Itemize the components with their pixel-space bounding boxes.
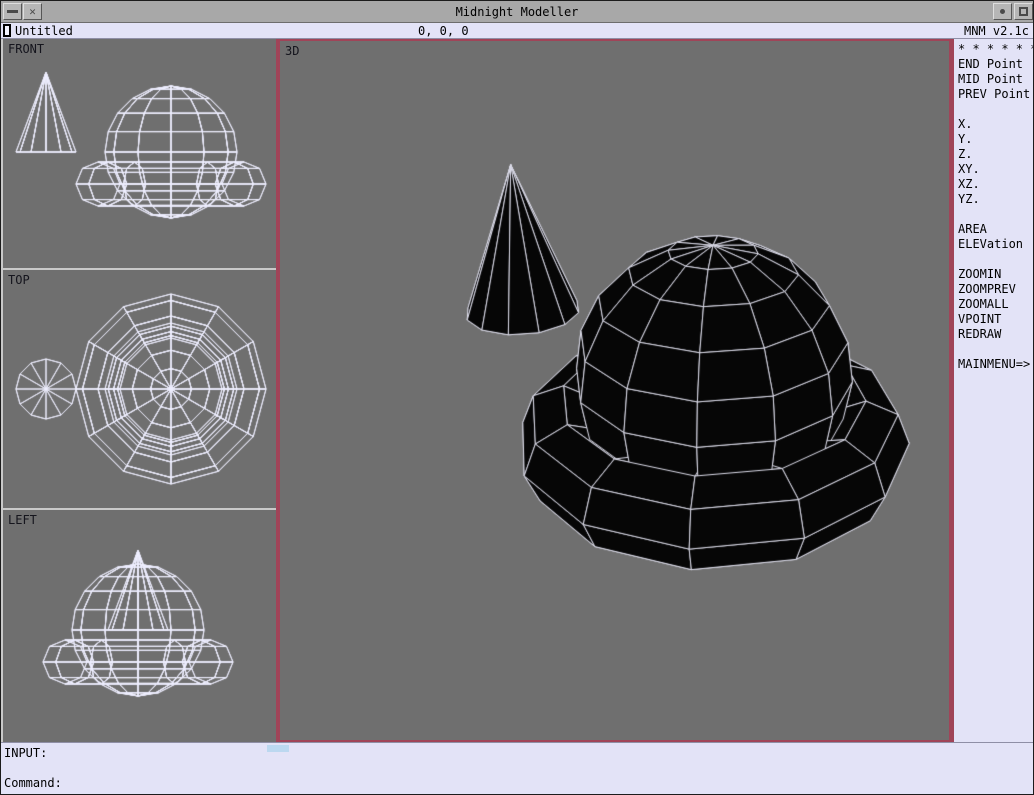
menu-spacer: [958, 207, 1034, 222]
menu-item-y[interactable]: Y.: [958, 132, 1034, 147]
menu-spacer: [958, 252, 1034, 267]
menu-item-prev-point[interactable]: PREV Point: [958, 87, 1034, 102]
viewport-front[interactable]: FRONT: [3, 39, 276, 268]
titlebar[interactable]: ✕ Midnight Modeller: [1, 1, 1033, 23]
menu-item-x[interactable]: X.: [958, 117, 1034, 132]
file-block-icon: [3, 24, 11, 37]
input-cursor-highlight: [267, 745, 289, 752]
viewport-left-label: LEFT: [8, 513, 37, 527]
window-title: Midnight Modeller: [1, 5, 1033, 19]
maximize-square-icon: [1019, 7, 1028, 16]
prompt-area[interactable]: INPUT: Command:: [1, 742, 1033, 795]
titlebar-maximize-button[interactable]: [1014, 3, 1033, 20]
menu-item-area[interactable]: AREA: [958, 222, 1034, 237]
side-menu: * * * * * *END PointMID PointPREV Point X…: [951, 39, 1034, 742]
menu-spacer: [958, 342, 1034, 357]
menu-spacer: [958, 102, 1034, 117]
menu-item-elevation[interactable]: ELEVation: [958, 237, 1034, 252]
menu-item-zoomall[interactable]: ZOOMALL: [958, 297, 1034, 312]
menu-item-vpoint[interactable]: VPOINT: [958, 312, 1034, 327]
menu-item-xz[interactable]: XZ.: [958, 177, 1034, 192]
viewport-3d-label: 3D: [285, 44, 299, 58]
coordinate-readout: 0, 0, 0: [418, 24, 469, 38]
filename-label: Untitled: [15, 24, 73, 38]
menu-item-mid-point[interactable]: MID Point: [958, 72, 1034, 87]
app-version-label: MNM v2.1c: [964, 24, 1029, 38]
menu-item-end-point[interactable]: END Point: [958, 57, 1034, 72]
iconify-dot-icon: [1000, 9, 1005, 14]
viewport-top-canvas[interactable]: [3, 270, 276, 508]
titlebar-iconify-button[interactable]: [993, 3, 1012, 20]
viewport-3d[interactable]: 3D: [278, 39, 951, 742]
viewport-left[interactable]: LEFT: [3, 508, 276, 740]
menu-item-mainmenu[interactable]: MAINMENU=>: [958, 357, 1034, 372]
viewport-front-label: FRONT: [8, 42, 44, 56]
menu-item-redraw[interactable]: REDRAW: [958, 327, 1034, 342]
viewport-front-canvas[interactable]: [3, 39, 276, 268]
menu-item-zoomin[interactable]: ZOOMIN: [958, 267, 1034, 282]
viewport-top-label: TOP: [8, 273, 30, 287]
ortho-viewport-column: FRONT TOP LEFT: [1, 39, 278, 742]
menu-item-z[interactable]: Z.: [958, 147, 1034, 162]
app-window: ✕ Midnight Modeller Untitled 0, 0, 0 MNM…: [0, 0, 1034, 795]
input-prompt-label: INPUT:: [4, 746, 47, 760]
viewport-left-canvas[interactable]: [3, 510, 276, 740]
statusbar: Untitled 0, 0, 0 MNM v2.1c: [1, 23, 1033, 39]
menu-item-yz[interactable]: YZ.: [958, 192, 1034, 207]
menu-item-stars[interactable]: * * * * * *: [958, 42, 1034, 57]
command-prompt-label[interactable]: Command:: [4, 776, 62, 790]
viewport-top[interactable]: TOP: [3, 268, 276, 508]
viewport-3d-canvas[interactable]: [280, 41, 949, 740]
menu-item-zoomprev[interactable]: ZOOMPREV: [958, 282, 1034, 297]
menu-item-xy[interactable]: XY.: [958, 162, 1034, 177]
